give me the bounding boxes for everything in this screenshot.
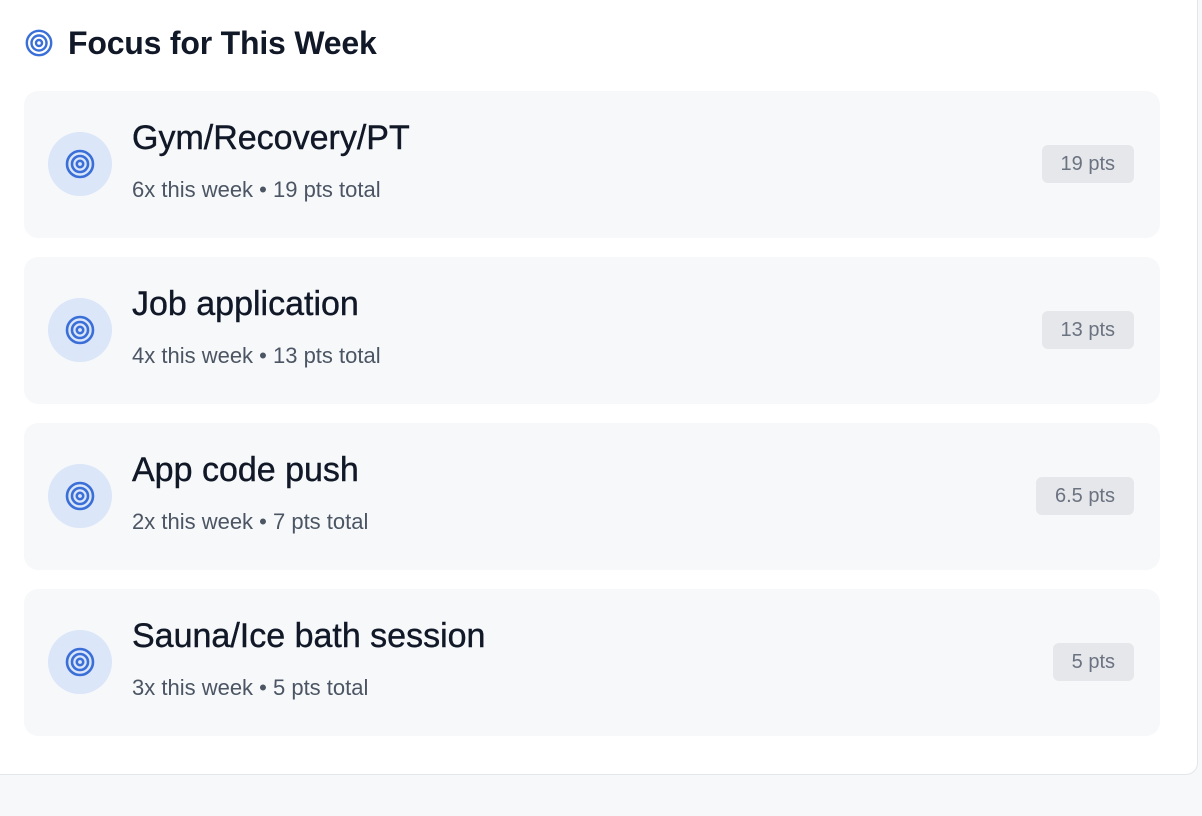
target-icon — [65, 481, 95, 511]
target-icon — [25, 29, 53, 57]
list-item[interactable]: Gym/Recovery/PT 6x this week • 19 pts to… — [24, 91, 1160, 238]
item-subtitle: 6x this week • 19 pts total — [132, 177, 381, 202]
points-badge: 5 pts — [1052, 643, 1134, 681]
target-icon — [65, 315, 95, 345]
focus-list: Gym/Recovery/PT 6x this week • 19 pts to… — [24, 91, 1160, 755]
list-item[interactable]: App code push 2x this week • 7 pts total… — [24, 423, 1160, 570]
item-icon-circle — [48, 630, 112, 694]
points-badge: 6.5 pts — [1035, 477, 1134, 515]
list-item[interactable]: Job application 4x this week • 13 pts to… — [24, 257, 1160, 404]
focus-card: Focus for This Week Gym/Recovery/PT 6x t… — [0, 0, 1198, 775]
page-title: Focus for This Week — [68, 24, 377, 61]
points-badge: 13 pts — [1041, 311, 1134, 349]
item-title: Gym/Recovery/PT — [132, 119, 410, 157]
item-icon-circle — [48, 298, 112, 362]
item-subtitle: 3x this week • 5 pts total — [132, 675, 369, 700]
list-item[interactable]: Sauna/Ice bath session 3x this week • 5 … — [24, 589, 1160, 736]
item-subtitle: 4x this week • 13 pts total — [132, 343, 381, 368]
item-title: Job application — [132, 285, 359, 323]
points-badge: 19 pts — [1041, 145, 1134, 183]
target-icon — [65, 149, 95, 179]
focus-header: Focus for This Week — [24, 23, 377, 63]
item-title: Sauna/Ice bath session — [132, 617, 486, 655]
item-icon-circle — [48, 464, 112, 528]
item-icon-circle — [48, 132, 112, 196]
target-icon — [65, 647, 95, 677]
item-subtitle: 2x this week • 7 pts total — [132, 509, 369, 534]
item-title: App code push — [132, 451, 359, 489]
